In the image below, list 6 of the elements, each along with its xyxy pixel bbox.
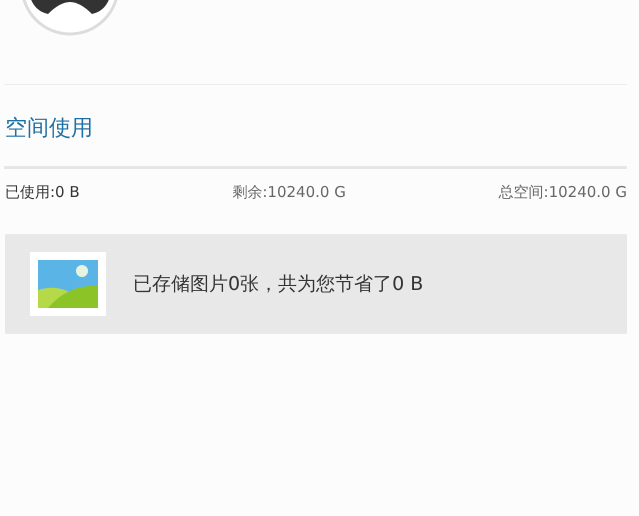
- section-title: 空间使用: [4, 115, 94, 143]
- storage-stat: 总空间:10240.0 G: [498, 183, 627, 203]
- image-icon: [30, 252, 106, 316]
- photo-summary-text: 已存储图片0张，共为您节省了0 B: [133, 272, 424, 297]
- storage-stat: 已使用:0 B: [5, 183, 80, 203]
- storage-stat: 剩余:10240.0 G: [232, 183, 346, 203]
